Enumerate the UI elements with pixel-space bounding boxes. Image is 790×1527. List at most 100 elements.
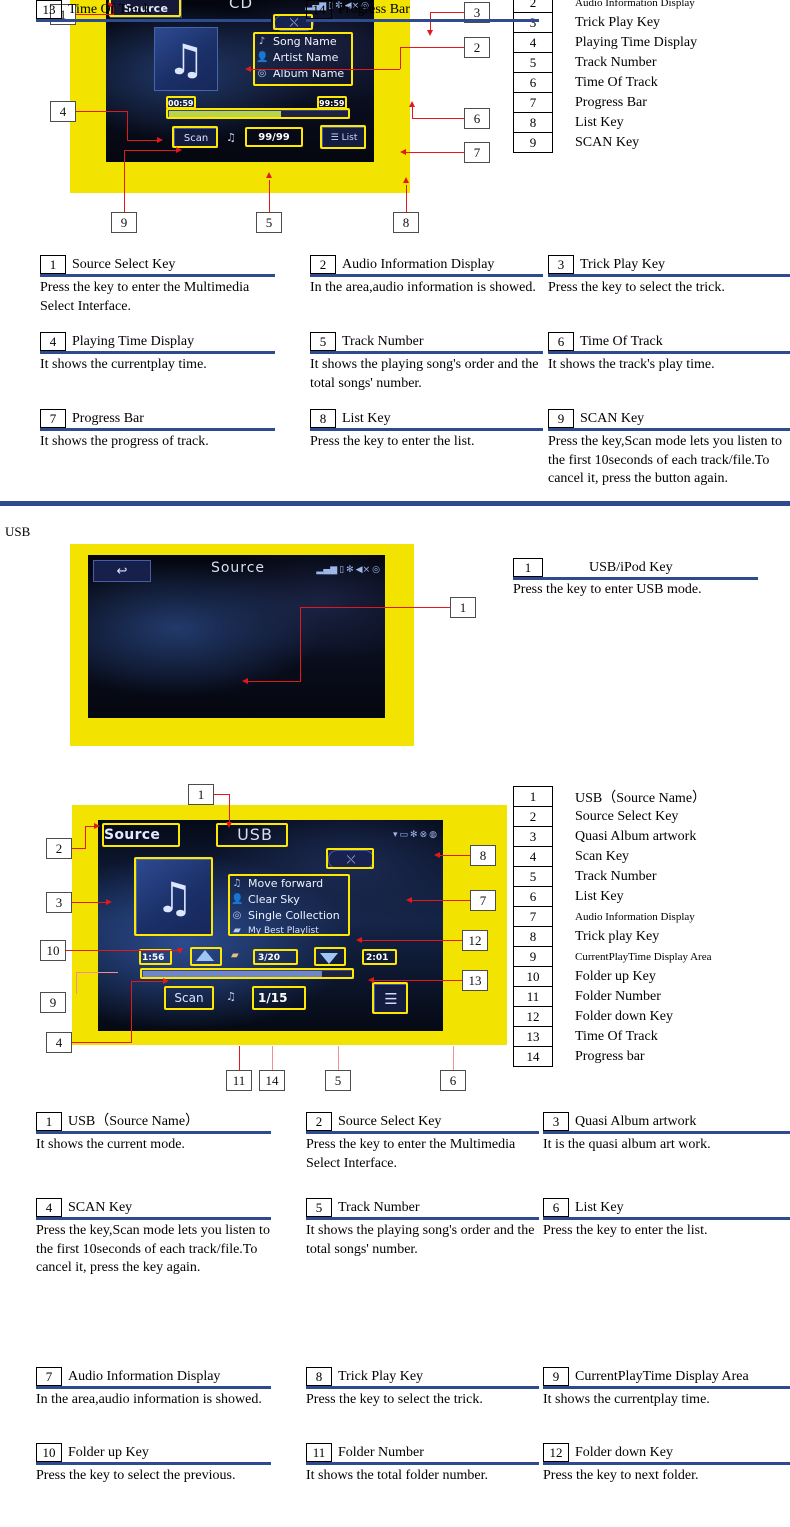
legend-row: 9 SCAN Key bbox=[513, 132, 698, 153]
callout-usb-4: 4 bbox=[46, 1032, 72, 1053]
highlight-list-key bbox=[372, 982, 408, 1014]
legend-row-label: Quasi Album artwork bbox=[575, 828, 697, 844]
description-item: 10 Folder up Key Press the key to select t… bbox=[36, 1443, 271, 1486]
leader-arrow bbox=[356, 937, 362, 943]
legend-row-number: 11 bbox=[513, 986, 553, 1007]
legend-row-number: 8 bbox=[513, 112, 553, 133]
description-title: Time Of Track bbox=[580, 334, 663, 349]
description-body: It shows the current mode. bbox=[36, 1137, 185, 1152]
leader-arrow bbox=[266, 172, 272, 178]
legend-row: 4 Scan Key bbox=[513, 846, 712, 867]
description-body: It shows the currentplay time. bbox=[543, 1392, 710, 1407]
description-item: 7 Audio Information Display In the area,au… bbox=[36, 1367, 271, 1410]
disc-icon: ◍ bbox=[429, 830, 437, 840]
callout-8: 8 bbox=[393, 212, 419, 233]
callout-usb-10: 10 bbox=[40, 940, 66, 961]
callout-usb-6: 6 bbox=[440, 1070, 466, 1091]
leader-line bbox=[438, 855, 470, 856]
legend-row-label: Folder Number bbox=[575, 988, 661, 1004]
description-item: 1 Source Select Key Press the key to enter… bbox=[40, 255, 275, 316]
legend-row-label: USB（Source Name） bbox=[575, 790, 707, 806]
callout-5: 5 bbox=[256, 212, 282, 233]
legend-row: 2 Audio Information Display bbox=[513, 0, 698, 13]
back-button[interactable]: ↩ bbox=[93, 560, 151, 582]
legend-row-label: CurrentPlayTime Display Area bbox=[575, 950, 712, 963]
leader-line bbox=[410, 900, 470, 901]
description-number: 14 bbox=[306, 0, 332, 19]
description-head: 5 Track Number bbox=[310, 332, 543, 351]
leader-arrow bbox=[176, 147, 182, 153]
highlight-progress-bar bbox=[140, 968, 354, 979]
cd-legend-table: 2 Audio Information Display 3 Trick Play Ke… bbox=[513, 0, 698, 153]
description-title: Audio Information Display bbox=[342, 257, 495, 272]
description-item: 8 Trick Play Key Press the key to select t… bbox=[306, 1367, 539, 1410]
description-title: Progress Bar bbox=[338, 2, 410, 17]
source-screen: ↩ Source ▂▄▆ ▯ ✻ ◀× ◎ bbox=[88, 555, 385, 718]
legend-row-label: Scan Key bbox=[575, 848, 630, 864]
leader-line bbox=[300, 607, 450, 608]
leader-line bbox=[72, 1042, 132, 1043]
manual-page: Source CD ▂▄▆ ▯ ✻ ◀× ◎ ♫ ⤬ ♪ Song Name 👤… bbox=[0, 0, 790, 1527]
description-title: Audio Information Display bbox=[68, 1369, 221, 1384]
description-head: 2 Source Select Key bbox=[306, 1112, 539, 1131]
description-item: 3 Trick Play Key Press the key to select t… bbox=[548, 255, 790, 298]
description-title: Progress Bar bbox=[72, 411, 144, 426]
album-artwork: ♫ bbox=[154, 27, 218, 91]
description-body: In the area,audio information is showed. bbox=[36, 1392, 262, 1407]
description-number: 13 bbox=[36, 0, 62, 19]
description-item: 9 SCAN Key Press the key,Scan mode lets yo… bbox=[548, 409, 790, 489]
leader-line bbox=[76, 111, 128, 112]
leader-line bbox=[272, 1046, 273, 1070]
description-title: SCAN Key bbox=[580, 411, 645, 426]
legend-row-number: 8 bbox=[513, 926, 553, 947]
legend-row-label: List Key bbox=[575, 888, 624, 904]
leader-arrow bbox=[403, 177, 409, 183]
leader-arrow bbox=[157, 137, 163, 143]
callout-7: 7 bbox=[464, 142, 490, 163]
highlight-time-of-track bbox=[362, 949, 397, 965]
description-title: Trick Play Key bbox=[338, 1369, 424, 1384]
legend-row-number: 3 bbox=[513, 826, 553, 847]
description-head: 8 Trick Play Key bbox=[306, 1367, 539, 1386]
highlight-track-number bbox=[252, 986, 306, 1010]
leader-line bbox=[400, 47, 464, 48]
leader-line bbox=[453, 1046, 454, 1070]
leader-arrow bbox=[434, 852, 440, 858]
legend-row-number: 4 bbox=[513, 32, 553, 53]
section-divider bbox=[0, 501, 790, 506]
music-note-icon: ♫ bbox=[167, 34, 205, 84]
legend-row-label: Progress bar bbox=[575, 1048, 645, 1064]
leader-line bbox=[338, 1046, 339, 1070]
description-body: Press the key to next folder. bbox=[543, 1468, 699, 1483]
description-title: Quasi Album artwork bbox=[575, 1114, 697, 1129]
leader-line bbox=[72, 902, 108, 903]
description-body: It shows the playing song's order and th… bbox=[310, 357, 539, 391]
source-legend-head: 1 USB/iPod Key bbox=[513, 558, 758, 577]
legend-row: 6 List Key bbox=[513, 886, 712, 907]
callout-usb-1: 1 bbox=[188, 784, 214, 805]
highlight-album-artwork bbox=[134, 857, 213, 936]
callout-usb-8: 8 bbox=[470, 845, 496, 866]
legend-row: 9 CurrentPlayTime Display Area bbox=[513, 946, 712, 967]
legend-row: 13 Time Of Track bbox=[513, 1026, 712, 1047]
cd-screen: Source CD ▂▄▆ ▯ ✻ ◀× ◎ ♫ ⤬ ♪ Song Name 👤… bbox=[106, 0, 374, 162]
signal-icon: ▾ bbox=[393, 830, 398, 840]
description-head: 8 List Key bbox=[310, 409, 543, 428]
description-number: 2 bbox=[310, 255, 336, 274]
description-head: 6 Time Of Track bbox=[548, 332, 790, 351]
leader-line bbox=[400, 47, 401, 69]
description-head: 11 Folder Number bbox=[306, 1443, 539, 1462]
description-title: Folder down Key bbox=[575, 1445, 673, 1460]
leader-line bbox=[250, 69, 400, 70]
description-head: 7 Audio Information Display bbox=[36, 1367, 271, 1386]
highlight-list-key bbox=[320, 125, 366, 149]
leader-line bbox=[229, 794, 230, 824]
description-body: Press the key,Scan mode lets you listen … bbox=[36, 1223, 270, 1276]
description-number: 5 bbox=[306, 1198, 332, 1217]
source-legend-number: 1 bbox=[513, 558, 543, 577]
legend-row-label: Track Number bbox=[575, 54, 657, 70]
highlight-trick-play-key bbox=[326, 848, 374, 869]
leader-line bbox=[85, 826, 86, 849]
description-number: 1 bbox=[36, 1112, 62, 1131]
status-bar: ▾ ▭ ✻ ⊗ ◍ bbox=[393, 830, 437, 840]
